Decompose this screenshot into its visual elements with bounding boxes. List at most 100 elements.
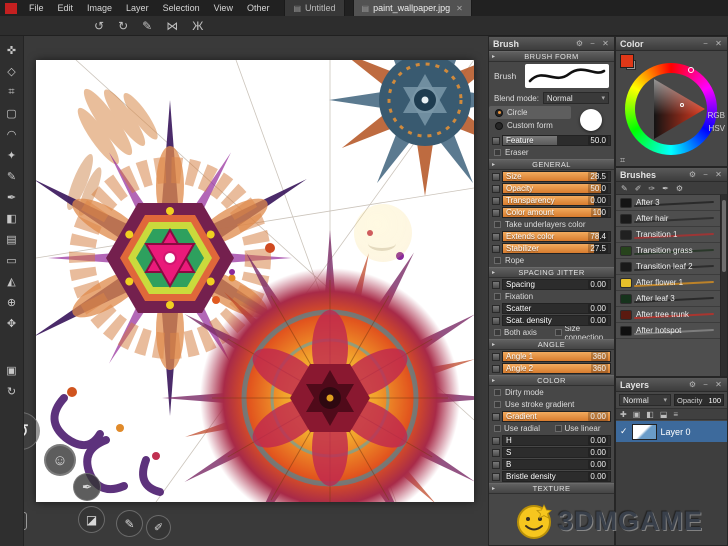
slider-toggle[interactable]	[492, 197, 500, 205]
fill-tool[interactable]: ◧	[2, 209, 22, 228]
marquee-tool[interactable]: ▢	[2, 104, 22, 123]
checkbox-use-linear[interactable]: Use linear	[555, 424, 612, 433]
color-sampler-button[interactable]: ☺	[44, 444, 76, 476]
transform-tool[interactable]: ◇	[2, 62, 22, 81]
slider-toggle[interactable]	[492, 137, 500, 145]
minimize-icon[interactable]: −	[588, 39, 597, 48]
checkbox-icon[interactable]	[494, 221, 501, 228]
slider-toggle[interactable]	[492, 209, 500, 217]
saturation-triangle[interactable]	[625, 63, 717, 155]
brush-tip-preview[interactable]	[580, 109, 602, 131]
layer-blend-select[interactable]: Normal ▾	[619, 394, 671, 406]
menu-image[interactable]: Image	[80, 0, 119, 16]
brush-category-icon[interactable]: ✑	[648, 184, 655, 193]
close-icon[interactable]: ✕	[714, 380, 723, 389]
lock-icon[interactable]: ⬓	[660, 410, 668, 419]
slider-toggle[interactable]	[492, 173, 500, 181]
slider-toggle[interactable]	[492, 437, 500, 445]
checkbox-icon[interactable]	[494, 257, 501, 264]
slider-extends-color[interactable]: Extends color78.4	[492, 231, 611, 242]
layer-opacity-slider[interactable]: Opacity 100	[674, 394, 724, 406]
checkbox-rope[interactable]: Rope	[494, 255, 611, 266]
menu-other[interactable]: Other	[240, 0, 277, 16]
slider-toggle[interactable]	[492, 461, 500, 469]
slider-opacity[interactable]: Opacity50.0	[492, 183, 611, 194]
lasso-tool[interactable]: ◠	[2, 125, 22, 144]
brush-list-item[interactable]: After flower 1	[616, 275, 720, 291]
crop-tool[interactable]: ⌗	[2, 83, 22, 102]
gear-icon[interactable]: ⚙	[688, 170, 697, 179]
checkbox-icon[interactable]	[494, 425, 501, 432]
close-icon[interactable]: ✕	[714, 170, 723, 179]
eraser-quick-button[interactable]: ◪	[78, 506, 105, 533]
tab-paint-wallpaper[interactable]: ▤ paint_wallpaper.jpg ✕	[353, 0, 472, 16]
sv-indicator-dot[interactable]	[680, 103, 684, 107]
section-brush-form[interactable]: ▸BRUSH FORM	[489, 51, 614, 62]
brush-list-item[interactable]: Transition grass	[616, 243, 720, 259]
menu-view[interactable]: View	[207, 0, 240, 16]
slider-toggle[interactable]	[492, 413, 500, 421]
redo-icon[interactable]: ↻	[118, 19, 128, 33]
brush-list-item[interactable]: After tree trunk	[616, 307, 720, 323]
minimize-icon[interactable]: −	[701, 39, 710, 48]
new-layer-icon[interactable]: ✚	[620, 410, 627, 419]
slider-color-amount[interactable]: Color amount100	[492, 207, 611, 218]
brush-list-item[interactable]: Transition 1	[616, 227, 720, 243]
checkbox-icon[interactable]	[494, 329, 501, 336]
checkbox-icon[interactable]	[555, 425, 562, 432]
wand-tool[interactable]: ✦	[2, 146, 22, 165]
current-color-swatch[interactable]	[620, 54, 634, 68]
rgb-mode-label[interactable]: RGB	[708, 109, 725, 122]
brush-list-scrollbar[interactable]	[720, 195, 727, 376]
scrollbar-thumb[interactable]	[722, 200, 726, 272]
checkbox-dirty-mode[interactable]: Dirty mode	[494, 387, 611, 398]
menu-layer[interactable]: Layer	[119, 0, 156, 16]
slider-toggle[interactable]	[492, 185, 500, 193]
checkbox-fixation[interactable]: Fixation	[494, 291, 611, 302]
slider-b[interactable]: B0.00	[492, 459, 611, 470]
checkbox-eraser[interactable]: Eraser	[494, 147, 611, 158]
slider-spacing[interactable]: Spacing0.00	[492, 279, 611, 290]
slider-toggle[interactable]	[492, 353, 500, 361]
frame-tool[interactable]: ▣	[2, 361, 22, 380]
brush-category-icon[interactable]: ✒	[662, 184, 669, 193]
slider-s[interactable]: S0.00	[492, 447, 611, 458]
slider-toggle[interactable]	[492, 473, 500, 481]
slider-scat-density[interactable]: Scat. density0.00	[492, 315, 611, 326]
brush-category-icon[interactable]: ✎	[621, 184, 628, 193]
menu-edit[interactable]: Edit	[51, 0, 81, 16]
mask-icon[interactable]: ◧	[646, 410, 654, 419]
checkbox-icon[interactable]	[494, 401, 501, 408]
brush-list-item[interactable]: After hair	[616, 211, 720, 227]
brush-quick-button-2[interactable]: ✐	[146, 515, 171, 540]
brush-stroke-preview[interactable]	[525, 64, 609, 88]
move-tool[interactable]: ✜	[2, 41, 22, 60]
smudge-tool[interactable]: ◭	[2, 272, 22, 291]
brush-list-item[interactable]: Transition leaf 2	[616, 259, 720, 275]
mirror-horizontal-icon[interactable]: ⋈	[166, 19, 178, 33]
hand-tool[interactable]: ✥	[2, 314, 22, 333]
visibility-check-icon[interactable]: ✓	[620, 426, 628, 437]
checkbox-icon[interactable]	[494, 293, 501, 300]
section-angle[interactable]: ▸ANGLE	[489, 339, 614, 350]
slider-transparency[interactable]: Transparency0.00	[492, 195, 611, 206]
tab-close-icon[interactable]: ✕	[456, 4, 463, 13]
slider-toggle[interactable]	[492, 245, 500, 253]
eraser-tool[interactable]: ▭	[2, 251, 22, 270]
slider-angle-1[interactable]: Angle 1360	[492, 351, 611, 362]
slider-scatter[interactable]: Scatter0.00	[492, 303, 611, 314]
brush-list-item[interactable]: After hotspot	[616, 323, 720, 339]
checkbox-use-radial[interactable]: Use radial	[494, 424, 551, 433]
brushes-panel-header[interactable]: Brushes ⚙ − ✕	[616, 168, 727, 182]
zoom-tool[interactable]: ⊕	[2, 293, 22, 312]
close-icon[interactable]: ✕	[714, 39, 723, 48]
color-grid-icon[interactable]: ⌗	[620, 155, 625, 166]
slider-toggle[interactable]	[492, 317, 500, 325]
checkbox-icon[interactable]	[494, 149, 501, 156]
form-option-circle[interactable]: Circle	[489, 106, 571, 119]
slider-toggle[interactable]	[492, 365, 500, 373]
slider-size[interactable]: Size28.5	[492, 171, 611, 182]
slider-toggle[interactable]	[492, 281, 500, 289]
slider-h[interactable]: H0.00	[492, 435, 611, 446]
slider-toggle[interactable]	[492, 233, 500, 241]
